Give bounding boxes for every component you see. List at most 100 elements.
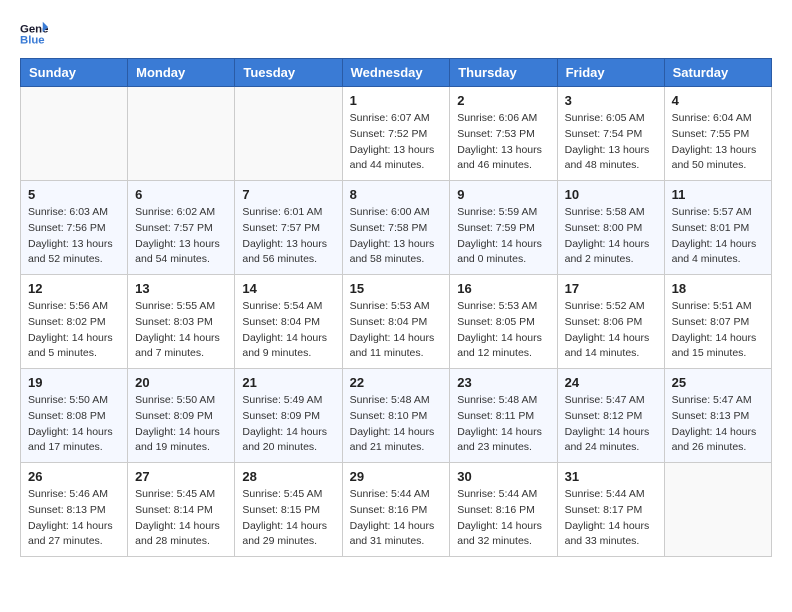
day-info: Sunrise: 5:51 AM Sunset: 8:07 PM Dayligh… [672,299,764,362]
calendar-cell: 5Sunrise: 6:03 AM Sunset: 7:56 PM Daylig… [21,181,128,275]
day-info: Sunrise: 5:44 AM Sunset: 8:16 PM Dayligh… [457,487,549,550]
day-info: Sunrise: 6:03 AM Sunset: 7:56 PM Dayligh… [28,205,120,268]
day-number: 23 [457,375,549,390]
day-number: 21 [242,375,334,390]
day-number: 16 [457,281,549,296]
day-info: Sunrise: 6:06 AM Sunset: 7:53 PM Dayligh… [457,111,549,174]
day-info: Sunrise: 5:56 AM Sunset: 8:02 PM Dayligh… [28,299,120,362]
day-info: Sunrise: 5:57 AM Sunset: 8:01 PM Dayligh… [672,205,764,268]
day-info: Sunrise: 5:47 AM Sunset: 8:13 PM Dayligh… [672,393,764,456]
calendar-week-row: 5Sunrise: 6:03 AM Sunset: 7:56 PM Daylig… [21,181,772,275]
page-header: General Blue [20,20,772,48]
calendar-cell: 23 Sunrise: 5:48 AM Sunset: 8:11 PM Dayli… [450,369,557,463]
day-number: 7 [242,187,334,202]
weekday-header-saturday: Saturday [664,59,771,87]
calendar-cell: 6 Sunrise: 6:02 AM Sunset: 7:57 PM Daylig… [128,181,235,275]
day-number: 17 [565,281,657,296]
day-number: 27 [135,469,227,484]
day-info: Sunrise: 5:50 AM Sunset: 8:08 PM Dayligh… [28,393,120,456]
day-info: Sunrise: 5:54 AM Sunset: 8:04 PM Dayligh… [242,299,334,362]
calendar-cell: 8 Sunrise: 6:00 AM Sunset: 7:58 PM Daylig… [342,181,450,275]
calendar-cell: 27 Sunrise: 5:45 AM Sunset: 8:14 PM Dayli… [128,463,235,557]
day-number: 10 [565,187,657,202]
day-info: Sunrise: 5:53 AM Sunset: 8:04 PM Dayligh… [350,299,443,362]
day-info: Sunrise: 6:01 AM Sunset: 7:57 PM Dayligh… [242,205,334,268]
day-number: 28 [242,469,334,484]
calendar-cell: 2 Sunrise: 6:06 AM Sunset: 7:53 PM Daylig… [450,87,557,181]
calendar-cell [21,87,128,181]
calendar-cell: 21 Sunrise: 5:49 AM Sunset: 8:09 PM Dayli… [235,369,342,463]
calendar-cell: 11 Sunrise: 5:57 AM Sunset: 8:01 PM Dayli… [664,181,771,275]
weekday-header-tuesday: Tuesday [235,59,342,87]
calendar-cell [128,87,235,181]
calendar-week-row: 1Sunrise: 6:07 AM Sunset: 7:52 PM Daylig… [21,87,772,181]
calendar-cell: 14 Sunrise: 5:54 AM Sunset: 8:04 PM Dayli… [235,275,342,369]
day-info: Sunrise: 5:44 AM Sunset: 8:16 PM Dayligh… [350,487,443,550]
day-number: 29 [350,469,443,484]
day-info: Sunrise: 5:52 AM Sunset: 8:06 PM Dayligh… [565,299,657,362]
calendar-cell: 12Sunrise: 5:56 AM Sunset: 8:02 PM Dayli… [21,275,128,369]
calendar-cell: 29 Sunrise: 5:44 AM Sunset: 8:16 PM Dayli… [342,463,450,557]
day-info: Sunrise: 6:02 AM Sunset: 7:57 PM Dayligh… [135,205,227,268]
day-number: 1 [350,93,443,108]
day-info: Sunrise: 5:46 AM Sunset: 8:13 PM Dayligh… [28,487,120,550]
weekday-header-wednesday: Wednesday [342,59,450,87]
day-info: Sunrise: 5:50 AM Sunset: 8:09 PM Dayligh… [135,393,227,456]
weekday-header-friday: Friday [557,59,664,87]
calendar-cell: 10 Sunrise: 5:58 AM Sunset: 8:00 PM Dayli… [557,181,664,275]
day-number: 22 [350,375,443,390]
day-info: Sunrise: 5:59 AM Sunset: 7:59 PM Dayligh… [457,205,549,268]
calendar-week-row: 12Sunrise: 5:56 AM Sunset: 8:02 PM Dayli… [21,275,772,369]
calendar-cell: 19 Sunrise: 5:50 AM Sunset: 8:08 PM Dayli… [21,369,128,463]
calendar-cell: 24 Sunrise: 5:47 AM Sunset: 8:12 PM Dayli… [557,369,664,463]
day-info: Sunrise: 5:45 AM Sunset: 8:15 PM Dayligh… [242,487,334,550]
day-number: 31 [565,469,657,484]
day-number: 24 [565,375,657,390]
calendar-cell: 16Sunrise: 5:53 AM Sunset: 8:05 PM Dayli… [450,275,557,369]
day-number: 19 [28,375,120,390]
calendar-cell: 26 Sunrise: 5:46 AM Sunset: 8:13 PM Dayli… [21,463,128,557]
day-number: 11 [672,187,764,202]
day-info: Sunrise: 5:55 AM Sunset: 8:03 PM Dayligh… [135,299,227,362]
day-number: 13 [135,281,227,296]
day-number: 3 [565,93,657,108]
calendar-cell: 3 Sunrise: 6:05 AM Sunset: 7:54 PM Daylig… [557,87,664,181]
day-info: Sunrise: 5:58 AM Sunset: 8:00 PM Dayligh… [565,205,657,268]
calendar-cell: 18 Sunrise: 5:51 AM Sunset: 8:07 PM Dayli… [664,275,771,369]
day-info: Sunrise: 5:48 AM Sunset: 8:11 PM Dayligh… [457,393,549,456]
day-info: Sunrise: 6:04 AM Sunset: 7:55 PM Dayligh… [672,111,764,174]
weekday-header-sunday: Sunday [21,59,128,87]
day-number: 6 [135,187,227,202]
calendar-cell [664,463,771,557]
day-number: 8 [350,187,443,202]
day-number: 20 [135,375,227,390]
day-info: Sunrise: 6:00 AM Sunset: 7:58 PM Dayligh… [350,205,443,268]
svg-text:Blue: Blue [20,35,45,47]
day-info: Sunrise: 5:48 AM Sunset: 8:10 PM Dayligh… [350,393,443,456]
day-number: 9 [457,187,549,202]
logo-icon: General Blue [20,20,48,48]
calendar-cell: 15 Sunrise: 5:53 AM Sunset: 8:04 PM Dayli… [342,275,450,369]
day-info: Sunrise: 6:05 AM Sunset: 7:54 PM Dayligh… [565,111,657,174]
day-number: 18 [672,281,764,296]
calendar-cell: 22 Sunrise: 5:48 AM Sunset: 8:10 PM Dayli… [342,369,450,463]
calendar-cell: 20 Sunrise: 5:50 AM Sunset: 8:09 PM Dayli… [128,369,235,463]
calendar-cell: 7 Sunrise: 6:01 AM Sunset: 7:57 PM Daylig… [235,181,342,275]
day-info: Sunrise: 5:49 AM Sunset: 8:09 PM Dayligh… [242,393,334,456]
calendar-cell: 25 Sunrise: 5:47 AM Sunset: 8:13 PM Dayli… [664,369,771,463]
calendar-cell: 17 Sunrise: 5:52 AM Sunset: 8:06 PM Dayli… [557,275,664,369]
day-number: 14 [242,281,334,296]
day-info: Sunrise: 5:47 AM Sunset: 8:12 PM Dayligh… [565,393,657,456]
day-number: 2 [457,93,549,108]
day-info: Sunrise: 5:45 AM Sunset: 8:14 PM Dayligh… [135,487,227,550]
day-number: 26 [28,469,120,484]
day-number: 25 [672,375,764,390]
day-number: 15 [350,281,443,296]
calendar-week-row: 19 Sunrise: 5:50 AM Sunset: 8:08 PM Dayli… [21,369,772,463]
calendar-table: SundayMondayTuesdayWednesdayThursdayFrid… [20,58,772,557]
calendar-cell: 4Sunrise: 6:04 AM Sunset: 7:55 PM Daylig… [664,87,771,181]
calendar-cell: 1Sunrise: 6:07 AM Sunset: 7:52 PM Daylig… [342,87,450,181]
day-info: Sunrise: 5:44 AM Sunset: 8:17 PM Dayligh… [565,487,657,550]
logo: General Blue [20,20,52,48]
calendar-cell: 31 Sunrise: 5:44 AM Sunset: 8:17 PM Dayli… [557,463,664,557]
